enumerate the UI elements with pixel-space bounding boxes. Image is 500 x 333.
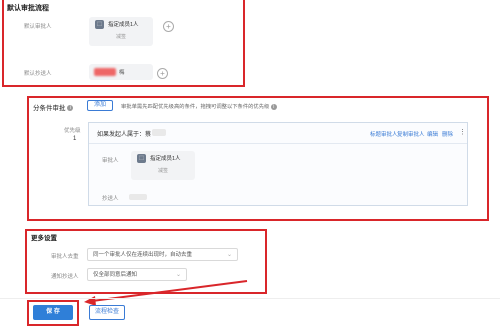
process-check-button[interactable]: 流程检查 [89, 305, 125, 320]
footer-divider [0, 298, 500, 299]
annotation-arrow [84, 280, 248, 306]
save-button[interactable]: 保 存 [33, 305, 73, 320]
